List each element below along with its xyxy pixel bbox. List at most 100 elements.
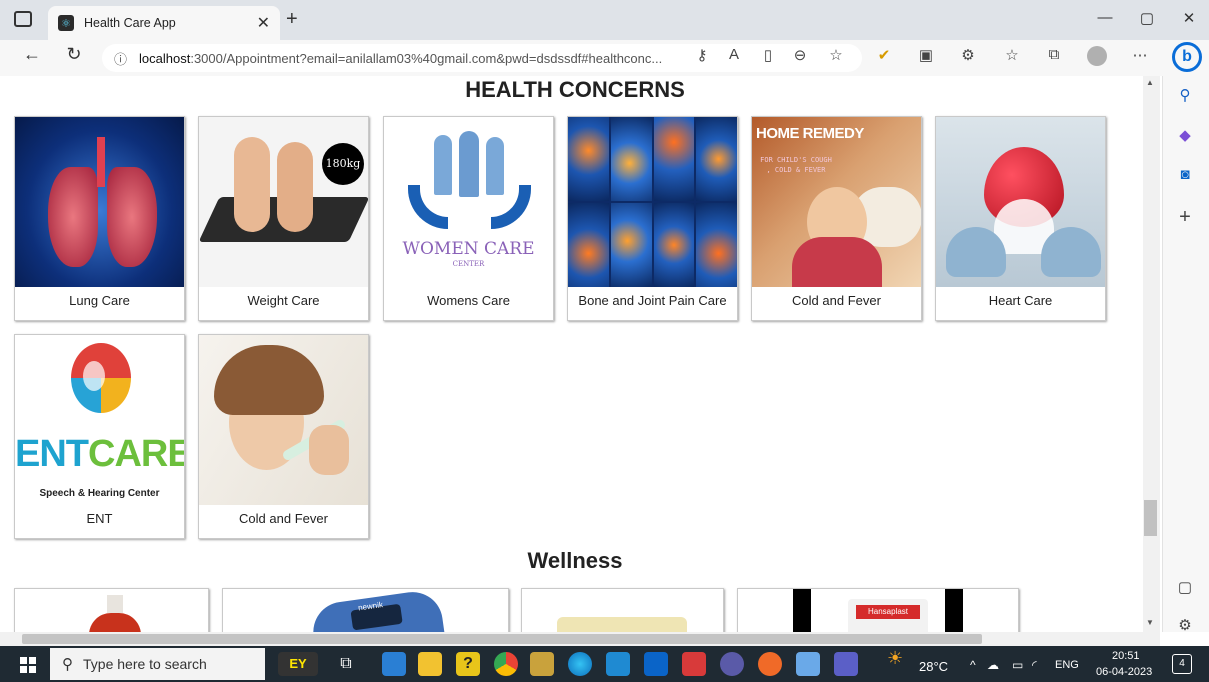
pdf-app-icon[interactable] bbox=[682, 652, 706, 676]
concern-card-weight[interactable]: 180kg Weight Care bbox=[198, 116, 369, 321]
postman-icon[interactable] bbox=[758, 652, 782, 676]
new-tab-icon[interactable]: + bbox=[286, 8, 298, 31]
file-explorer-icon[interactable] bbox=[418, 652, 442, 676]
tools-icon[interactable]: ◆ bbox=[1172, 126, 1198, 144]
child-thermometer-image bbox=[199, 335, 368, 505]
site-info-icon[interactable]: ⓘ bbox=[114, 49, 127, 68]
home-remedy-sub: FOR CHILD'S COUGH , COLD & FEVER bbox=[760, 156, 832, 174]
teams-icon[interactable] bbox=[834, 652, 858, 676]
outlook-taskbar-icon[interactable] bbox=[644, 652, 668, 676]
more-menu-icon[interactable]: ⋯ bbox=[1128, 46, 1152, 64]
card-label: ENT bbox=[86, 511, 113, 526]
card-label: Womens Care bbox=[427, 293, 510, 308]
bing-chat-icon[interactable]: b bbox=[1172, 42, 1202, 72]
wellness-row: newnik Hansaplast bbox=[0, 586, 1142, 632]
close-window-icon[interactable]: ✕ bbox=[1174, 9, 1204, 27]
read-aloud-icon[interactable]: A bbox=[722, 46, 746, 63]
ent-care-logo: ENTCARE Speech & Hearing Center bbox=[15, 335, 184, 505]
concern-card-bone-joint[interactable]: Bone and Joint Pain Care bbox=[567, 116, 738, 321]
bandage-brand: Hansaplast bbox=[856, 605, 920, 619]
vscode-icon[interactable] bbox=[606, 652, 630, 676]
wifi-icon[interactable]: ◜ bbox=[1032, 658, 1037, 672]
extension-check-icon[interactable]: ✔ bbox=[872, 46, 896, 64]
hide-sidebar-icon[interactable]: ▢ bbox=[1172, 578, 1198, 596]
ent-logo-text: ENTCARE bbox=[15, 433, 184, 475]
refresh-icon[interactable]: ↻ bbox=[60, 44, 88, 65]
chrome-icon[interactable] bbox=[494, 652, 518, 676]
settings-icon[interactable]: ⚙ bbox=[1172, 616, 1198, 634]
favorites-icon[interactable]: ☆ bbox=[1000, 46, 1024, 64]
horizontal-scroll-thumb[interactable] bbox=[22, 634, 982, 644]
clock-time[interactable]: 20:51 bbox=[1112, 650, 1140, 662]
weather-icon[interactable]: ☀ bbox=[887, 648, 903, 669]
concern-card-cold-fever[interactable]: HOME REMEDY FOR CHILD'S COUGH , COLD & F… bbox=[751, 116, 922, 321]
tab-title: Health Care App bbox=[84, 16, 176, 30]
key-icon[interactable]: ⚷ bbox=[690, 46, 714, 64]
zoom-icon[interactable]: ⊖ bbox=[788, 46, 812, 64]
ey-app-icon[interactable]: EY bbox=[278, 652, 318, 676]
notifications-icon[interactable]: 4 bbox=[1172, 654, 1192, 674]
task-view-icon[interactable]: ⧉ bbox=[334, 652, 358, 676]
card-label: Weight Care bbox=[247, 293, 320, 308]
concern-card-ent[interactable]: ENTCARE Speech & Hearing Center ENT bbox=[14, 334, 185, 539]
weight-scale-image: 180kg bbox=[199, 117, 368, 287]
url-host: localhost bbox=[139, 50, 191, 66]
weight-badge: 180kg bbox=[322, 143, 364, 185]
joint-pain-image bbox=[568, 117, 737, 287]
maximize-icon[interactable]: ▢ bbox=[1132, 9, 1162, 27]
search-icon[interactable]: ⚲ bbox=[1172, 86, 1198, 104]
card-label: Heart Care bbox=[988, 293, 1053, 308]
extensions-icon[interactable]: ⚙ bbox=[956, 46, 980, 64]
wellness-card-bandage[interactable]: Hansaplast bbox=[737, 588, 1019, 632]
wellness-card-oximeter[interactable]: newnik bbox=[222, 588, 509, 632]
back-icon[interactable]: ← bbox=[18, 44, 46, 65]
wellness-card-soap[interactable] bbox=[521, 588, 724, 632]
card-label: Lung Care bbox=[69, 293, 130, 308]
concern-card-lung[interactable]: Lung Care bbox=[14, 116, 185, 321]
section-title: HEALTH CONCERNS bbox=[465, 77, 685, 102]
heart-hands-image bbox=[936, 117, 1105, 287]
tab-actions-icon[interactable] bbox=[14, 11, 32, 27]
edge-icon[interactable] bbox=[568, 652, 592, 676]
minimize-icon[interactable]: — bbox=[1090, 9, 1120, 26]
windows-start-icon[interactable] bbox=[20, 657, 36, 673]
reader-view-icon[interactable]: ▯ bbox=[756, 46, 780, 64]
media-app-icon[interactable] bbox=[720, 652, 744, 676]
antiseptic-bottle-image bbox=[85, 595, 145, 632]
soap-bar-image bbox=[557, 617, 687, 632]
favorite-add-icon[interactable]: ☆ bbox=[824, 46, 848, 64]
extension-n-icon[interactable]: ▣ bbox=[914, 46, 938, 64]
outlook-icon[interactable]: ◙ bbox=[1172, 166, 1198, 183]
vertical-scroll-thumb[interactable] bbox=[1144, 500, 1157, 536]
concern-card-heart[interactable]: Heart Care bbox=[935, 116, 1106, 321]
add-sidebar-icon[interactable]: + bbox=[1172, 206, 1198, 229]
url-field[interactable]: ⓘ localhost :3000/Appointment?email=anil… bbox=[102, 44, 862, 72]
tray-cloud-icon[interactable]: ☁ bbox=[987, 658, 999, 672]
taskbar-search[interactable]: ⚲ Type here to search bbox=[50, 648, 265, 680]
tray-chevron-icon[interactable]: ^ bbox=[970, 658, 976, 672]
close-tab-icon[interactable]: ✕ bbox=[257, 13, 270, 33]
pen-app-icon[interactable] bbox=[796, 652, 820, 676]
concern-card-womens[interactable]: WOMEN CARE CENTER Womens Care bbox=[383, 116, 554, 321]
lungs-image bbox=[15, 117, 184, 287]
browser-tab[interactable]: ⚛ Health Care App ✕ bbox=[48, 6, 280, 40]
clock-date[interactable]: 06-04-2023 bbox=[1096, 666, 1152, 678]
battery-icon[interactable]: ▭ bbox=[1012, 658, 1023, 672]
pulse-oximeter-image: newnik bbox=[309, 588, 447, 632]
edge-sidebar bbox=[1162, 76, 1209, 632]
collections-icon[interactable]: ⧉ bbox=[1042, 46, 1066, 63]
store-icon[interactable] bbox=[382, 652, 406, 676]
wellness-card-antiseptic[interactable] bbox=[14, 588, 209, 632]
card-label: Cold and Fever bbox=[239, 511, 328, 526]
women-care-logo: WOMEN CARE CENTER bbox=[384, 117, 553, 287]
taskbar-search-placeholder: Type here to search bbox=[83, 656, 207, 672]
profile-avatar[interactable] bbox=[1087, 46, 1107, 66]
help-app-icon[interactable]: ? bbox=[456, 652, 480, 676]
notes-app-icon[interactable] bbox=[530, 652, 554, 676]
scroll-down-icon[interactable]: ▼ bbox=[1146, 618, 1154, 627]
women-care-logo-text: WOMEN CARE bbox=[402, 239, 535, 259]
weather-temp[interactable]: 28°C bbox=[919, 659, 948, 674]
concern-card-cold-fever-2[interactable]: Cold and Fever bbox=[198, 334, 369, 539]
home-remedy-image: HOME REMEDY FOR CHILD'S COUGH , COLD & F… bbox=[752, 117, 921, 287]
language-indicator[interactable]: ENG bbox=[1055, 659, 1079, 671]
